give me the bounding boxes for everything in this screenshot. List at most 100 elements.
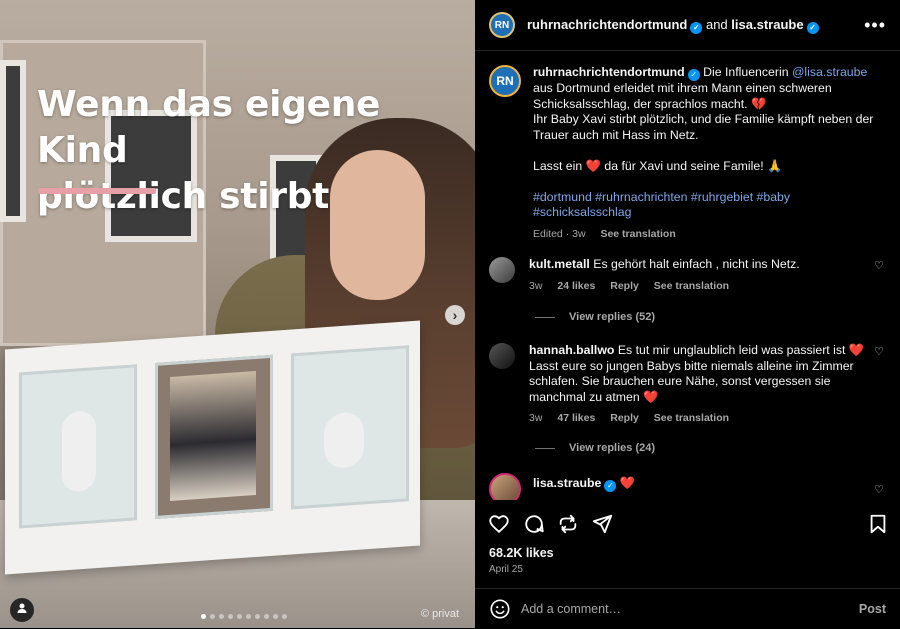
commenter-avatar[interactable] — [489, 473, 521, 500]
see-translation-link[interactable]: See translation — [654, 412, 729, 424]
collaborator-username[interactable]: lisa.straube — [731, 17, 803, 32]
headline: Wenn das eigene Kind plötzlich stirbt — [37, 82, 475, 220]
commenter-avatar[interactable] — [489, 343, 515, 369]
see-translation-link[interactable]: See translation — [654, 280, 729, 292]
add-comment-bar: Add a comment… Post — [475, 588, 900, 629]
carousel-dot — [228, 614, 233, 619]
view-replies-row[interactable]: View replies (24) — [475, 441, 886, 457]
post-date: April 25 — [489, 564, 523, 575]
view-replies[interactable]: View replies (24) — [535, 441, 872, 457]
repost-icon[interactable] — [557, 513, 579, 535]
view-replies-label[interactable]: View replies (24) — [569, 442, 655, 454]
footprint-slot — [19, 364, 137, 529]
caption-username[interactable]: ruhrnachrichtendortmund — [533, 65, 685, 79]
carousel-dot — [210, 614, 215, 619]
comment-body: hannah.ballwo Es tut mir unglaublich lei… — [529, 343, 866, 427]
comments-list: RN ruhrnachrichtendortmund ✓ Die Influenc… — [475, 51, 900, 500]
heart-outline-icon[interactable]: ♡ — [872, 259, 886, 294]
paper-plane-icon[interactable] — [591, 513, 613, 535]
comment-meta: 3w 24 likes Reply See translation — [529, 279, 866, 295]
comment-age: 3w — [529, 412, 543, 424]
caption: RN ruhrnachrichtendortmund ✓ Die Influenc… — [475, 65, 900, 242]
carousel-dot — [246, 614, 251, 619]
comment-meta: 3w 47 likes Reply See translation — [529, 411, 866, 427]
more-options-icon[interactable]: ••• — [864, 15, 886, 36]
comment-likes[interactable]: 24 likes — [557, 280, 595, 292]
headline-line-2: plötzlich stirbt — [37, 176, 330, 217]
caption-text-1: Die Influencerin — [703, 65, 792, 79]
emoji-icon[interactable] — [489, 598, 511, 620]
comment-item: hannah.ballwo Es tut mir unglaublich lei… — [475, 343, 900, 427]
author-avatar[interactable]: RN — [489, 12, 515, 38]
comment-text: ❤️ — [619, 476, 636, 490]
comment-likes[interactable]: 47 likes — [557, 412, 595, 424]
user-tag-icon[interactable] — [10, 598, 34, 622]
author-username[interactable]: ruhrnachrichtendortmund — [527, 17, 687, 32]
post-header: RN ruhrnachrichtendortmund ✓ and lisa.str… — [475, 0, 900, 51]
baby-photo-slot — [155, 354, 273, 520]
headline-underline — [38, 188, 156, 194]
comment-text: Es gehört halt einfach , nicht ins Netz. — [593, 257, 800, 271]
comment-age: 3w — [529, 279, 543, 292]
reply-button[interactable]: Reply — [610, 280, 639, 292]
heart-outline-icon[interactable]: ♡ — [872, 345, 886, 427]
commenter-avatar[interactable] — [489, 257, 515, 283]
verified-badge-icon: ✓ — [690, 21, 703, 34]
mention-link[interactable]: @lisa.straube — [792, 65, 867, 79]
comment-item: lisa.straube ✓ ❤️ ♡ — [475, 473, 900, 500]
handprint — [324, 411, 364, 470]
verified-badge-icon: ✓ — [687, 69, 700, 81]
post-side-panel: RN ruhrnachrichtendortmund ✓ and lisa.str… — [475, 0, 900, 628]
photo-credit: © privat — [420, 608, 459, 620]
comment-item: kult.metall Es gehört halt einfach , nic… — [475, 257, 900, 294]
memorial-frame — [5, 320, 420, 575]
comment-body: kult.metall Es gehört halt einfach , nic… — [529, 257, 866, 294]
verified-badge-icon: ✓ — [604, 480, 617, 492]
carousel-dot — [219, 614, 224, 619]
hashtags-line-1[interactable]: #dortmund #ruhrnachrichten #ruhrgebiet #… — [533, 190, 790, 204]
instagram-post-modal: Wenn das eigene Kind plötzlich stirbt › … — [0, 0, 900, 628]
comment-username[interactable]: kult.metall — [529, 257, 590, 271]
see-translation-link[interactable]: See translation — [600, 228, 675, 240]
likes-count[interactable]: 68.2K likes — [489, 546, 554, 560]
view-replies[interactable]: View replies (52) — [535, 310, 872, 326]
post-image[interactable]: Wenn das eigene Kind plötzlich stirbt › … — [0, 0, 475, 628]
action-bar — [475, 505, 900, 541]
bookmark-icon[interactable] — [867, 513, 889, 535]
caption-text: ruhrnachrichtendortmund ✓ Die Influenceri… — [533, 65, 886, 242]
hashtags-line-2[interactable]: #schicksalsschlag — [533, 205, 631, 219]
view-replies-row[interactable]: View replies (52) — [475, 310, 886, 326]
carousel-indicator — [201, 614, 287, 619]
caption-text-2: aus Dortmund erleidet mit ihrem Mann ein… — [533, 81, 832, 111]
headline-line-1: Wenn das eigene Kind — [37, 84, 381, 171]
heart-outline-icon[interactable]: ♡ — [872, 483, 886, 500]
caption-text-4: Lasst ein ❤️ da für Xavi und seine Famil… — [533, 158, 783, 173]
caption-avatar[interactable]: RN — [489, 65, 521, 97]
chevron-right-icon[interactable]: › — [445, 305, 465, 325]
reply-button[interactable]: Reply — [610, 412, 639, 424]
comment-icon[interactable] — [523, 513, 545, 535]
carousel-dot — [273, 614, 278, 619]
person-glyph — [17, 603, 27, 613]
comment-input[interactable]: Add a comment… — [521, 602, 621, 616]
author-names: ruhrnachrichtendortmund ✓ and lisa.straub… — [527, 17, 819, 34]
footprint — [62, 410, 96, 493]
carousel-dot — [282, 614, 287, 619]
baby-photo — [170, 370, 256, 501]
caption-meta: Edited · 3w See translation — [533, 227, 886, 243]
carousel-dot — [255, 614, 260, 619]
carousel-dot — [237, 614, 242, 619]
comment-username[interactable]: hannah.ballwo — [529, 343, 614, 357]
view-replies-label[interactable]: View replies (52) — [569, 311, 655, 323]
wall-picture — [0, 60, 26, 222]
heart-outline-icon[interactable] — [488, 513, 510, 535]
and-label: and — [705, 16, 728, 32]
caption-text-3: Ihr Baby Xavi stirbt plötzlich, und die … — [533, 112, 874, 142]
comment-body: lisa.straube ✓ ❤️ — [533, 473, 866, 500]
replies-line — [535, 316, 555, 318]
post-button[interactable]: Post — [859, 602, 886, 616]
comment-username[interactable]: lisa.straube — [533, 476, 601, 490]
carousel-dot — [264, 614, 269, 619]
carousel-dot — [201, 614, 206, 619]
edited-label: Edited · 3w — [533, 227, 586, 240]
